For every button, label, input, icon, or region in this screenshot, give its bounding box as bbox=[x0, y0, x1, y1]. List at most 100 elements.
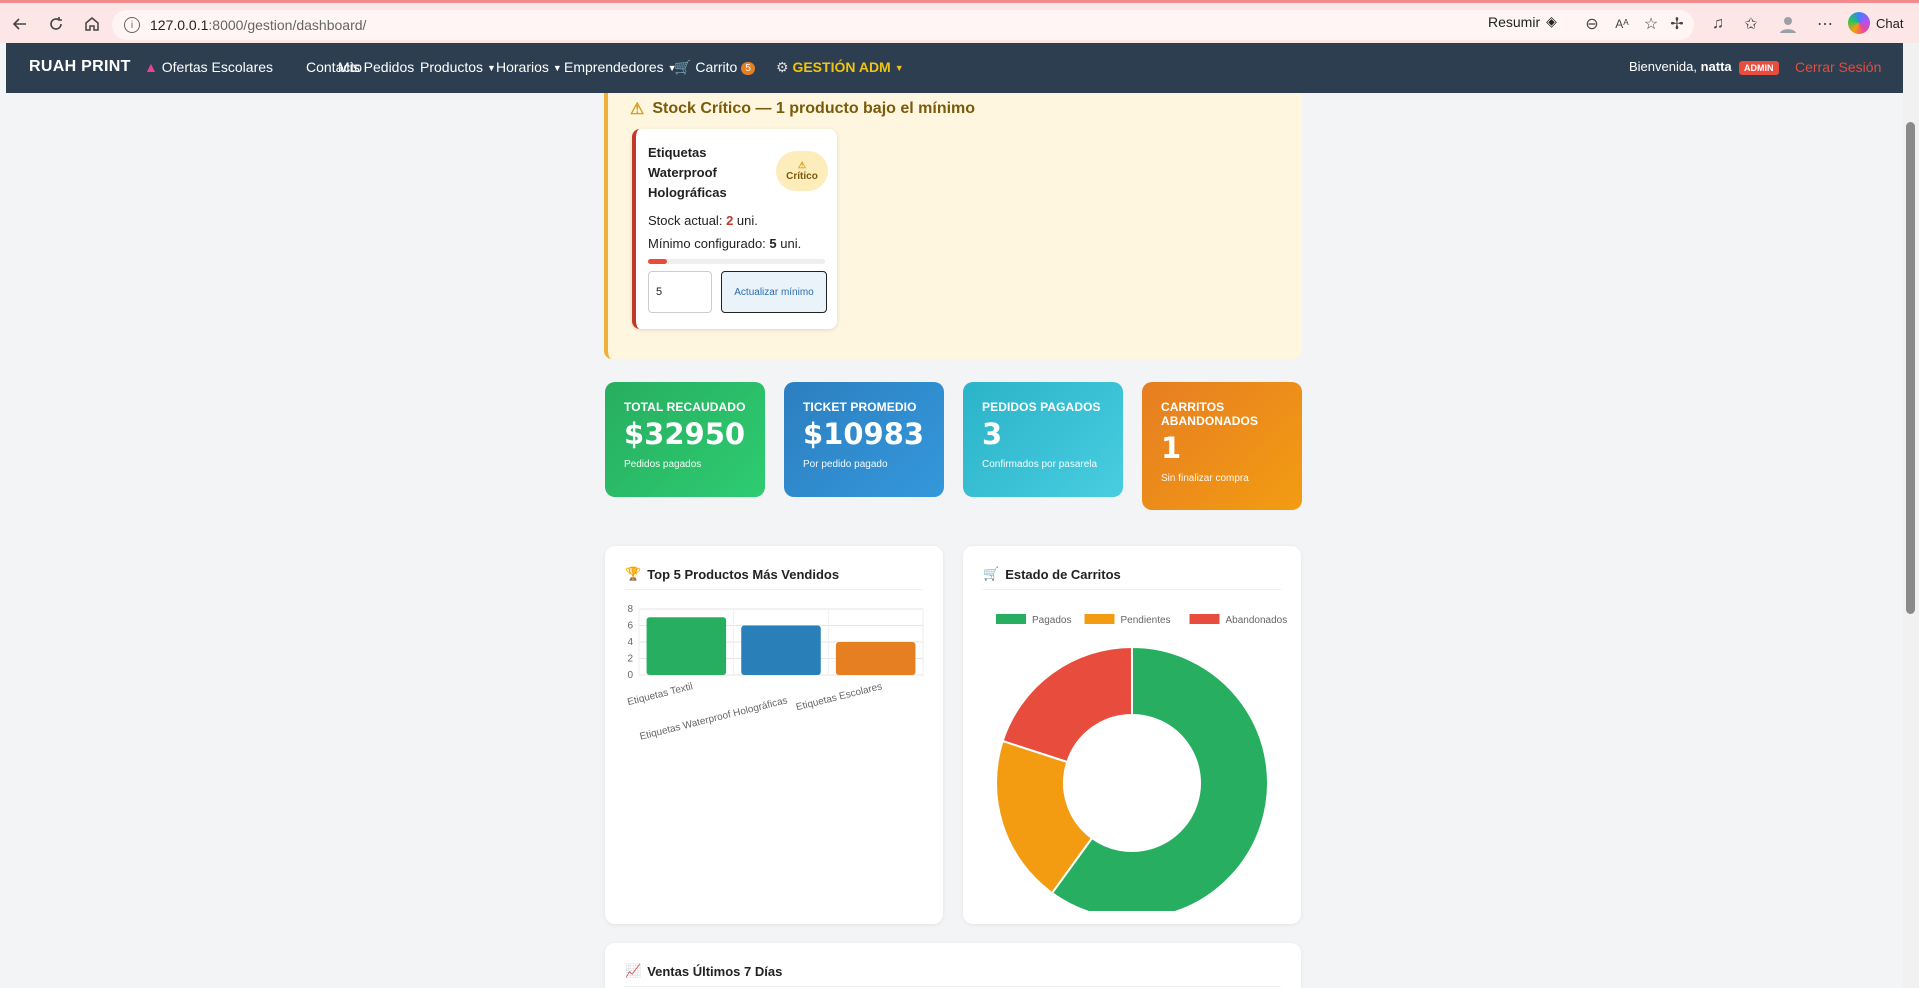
kpi-total-recaudado: TOTAL RECAUDADO $32950 Pedidos pagados bbox=[605, 382, 765, 497]
legend-label: Abandonados bbox=[1226, 615, 1288, 626]
logout-link[interactable]: Cerrar Sesión bbox=[1795, 59, 1881, 75]
y-tick-label: 8 bbox=[627, 604, 633, 615]
legend-label: Pendientes bbox=[1121, 615, 1171, 626]
home-icon[interactable] bbox=[74, 6, 110, 42]
legend-swatch bbox=[996, 614, 1026, 624]
summarize-icon: ◈ bbox=[1546, 13, 1557, 29]
sales-7-days-panel: 📈 Ventas Últimos 7 Días bbox=[605, 943, 1301, 988]
stock-value: 2 bbox=[726, 213, 734, 228]
minimum-stock: Mínimo configurado: 5 uni. bbox=[648, 236, 801, 251]
sales-title: Ventas Últimos 7 Días bbox=[647, 963, 783, 979]
resumir-button[interactable]: Resumir ◈ bbox=[1488, 13, 1557, 30]
reload-icon[interactable] bbox=[38, 6, 74, 42]
brand-logo[interactable]: RUAH PRINT bbox=[29, 58, 131, 76]
current-stock: Stock actual: 2 uni. bbox=[648, 213, 758, 228]
donut-slice bbox=[1001, 645, 1133, 764]
read-aloud-icon[interactable]: Aᴬ bbox=[1609, 11, 1635, 37]
welcome-prefix: Bienvenida, bbox=[1629, 59, 1697, 74]
x-tick-label: Etiquetas Escolares bbox=[795, 681, 883, 713]
legend-label: Pagados bbox=[1032, 615, 1071, 626]
kpi-subtitle: Por pedido pagado bbox=[803, 459, 888, 470]
nav-mis-pedidos[interactable]: Mis Pedidos bbox=[338, 59, 414, 75]
stock-product-card: Etiquetas Waterproof Holográficas ⚠ Crít… bbox=[632, 129, 837, 329]
critical-badge: ⚠ Crítico bbox=[776, 151, 828, 191]
warning-icon: ⚠ bbox=[797, 160, 807, 170]
address-bar[interactable]: i 127.0.0.1 :8000/gestion/dashboard/ bbox=[112, 10, 1694, 40]
kpi-value: $32950 bbox=[624, 417, 746, 451]
extensions-icon[interactable]: ✢ bbox=[1664, 11, 1690, 37]
kpi-title: CARRITOS ABANDONADOS bbox=[1161, 400, 1259, 428]
cart-icon: 🛒 bbox=[983, 566, 1000, 581]
role-badge: ADMIN bbox=[1739, 61, 1779, 75]
bar bbox=[835, 642, 916, 675]
divider bbox=[625, 986, 1281, 987]
nav-carrito-label: Carrito bbox=[695, 59, 738, 75]
more-options-icon[interactable]: ⋯ bbox=[1812, 11, 1838, 37]
top-products-header: 🏆 Top 5 Productos Más Vendidos bbox=[625, 566, 839, 582]
critical-badge-label: Crítico bbox=[786, 171, 818, 182]
cart-icon: 🛒 bbox=[674, 59, 692, 75]
kpi-value: 3 bbox=[982, 417, 1003, 451]
minimum-input[interactable] bbox=[648, 271, 712, 313]
favorite-star-icon[interactable]: ☆ bbox=[1638, 11, 1664, 37]
resumir-label: Resumir bbox=[1488, 13, 1541, 30]
top-products-bar-chart: 0 2 4 6 8 Etiquetas TextilEtiquetas Waterproo… bbox=[626, 604, 924, 743]
zoom-icon[interactable]: ⊖ bbox=[1579, 11, 1605, 37]
product-name: Etiquetas Waterproof Holográficas bbox=[648, 145, 727, 200]
nav-horarios-label: Horarios bbox=[496, 59, 549, 75]
stock-label: Stock actual: bbox=[648, 213, 723, 228]
y-tick-label: 0 bbox=[627, 670, 633, 681]
chevron-down-icon: ▼ bbox=[487, 63, 496, 74]
legend-swatch bbox=[1084, 614, 1115, 624]
scrollbar-thumb[interactable] bbox=[1906, 122, 1915, 614]
site-info-icon[interactable]: i bbox=[124, 17, 140, 33]
stock-unit: uni. bbox=[736, 213, 758, 228]
top-products-panel: 🏆 Top 5 Productos Más Vendidos 0 2 4 6 8 Etiq… bbox=[605, 546, 943, 924]
nav-ofertas[interactable]: ▲ Ofertas Escolares bbox=[144, 59, 273, 75]
kpi-subtitle: Confirmados por pasarela bbox=[982, 459, 1098, 470]
kpi-carritos-abandonados: CARRITOS ABANDONADOS 1 Sin finalizar com… bbox=[1142, 382, 1302, 510]
critical-stock-panel: ⚠ Stock Crítico — 1 producto bajo el mín… bbox=[604, 93, 1301, 359]
stock-progress-bar bbox=[648, 259, 825, 264]
nav-productos-label: Productos bbox=[420, 59, 484, 75]
warning-icon: ⚠ bbox=[630, 101, 645, 118]
nav-productos[interactable]: Productos ▼ bbox=[420, 59, 496, 75]
nav-emprendedores[interactable]: Emprendedores ▼ bbox=[564, 59, 677, 75]
min-label: Mínimo configurado: bbox=[648, 236, 766, 251]
nav-emprendedores-label: Emprendedores bbox=[564, 59, 664, 75]
nav-carrito[interactable]: 🛒 Carrito 5 bbox=[674, 59, 755, 76]
kpi-subtitle: Pedidos pagados bbox=[624, 459, 702, 470]
bar bbox=[741, 625, 821, 675]
site-navbar: RUAH PRINT ▲ Ofertas Escolares Contacto … bbox=[6, 43, 1903, 93]
browser-toolbar: i 127.0.0.1 :8000/gestion/dashboard/ Res… bbox=[0, 0, 1919, 43]
top-products-title: Top 5 Productos Más Vendidos bbox=[647, 566, 840, 582]
divider bbox=[983, 589, 1281, 590]
y-tick-label: 4 bbox=[627, 637, 633, 648]
chart-trend-icon: 📈 bbox=[625, 963, 642, 978]
update-minimum-button[interactable]: Actualizar mínimo bbox=[721, 271, 827, 313]
copilot-logo-icon bbox=[1848, 12, 1870, 34]
cart-status-panel: 🛒 Estado de Carritos Pagados Pendientes Ab… bbox=[963, 546, 1301, 924]
media-icon[interactable]: ♫ bbox=[1705, 11, 1731, 37]
nav-ofertas-label: Ofertas Escolares bbox=[161, 59, 274, 75]
critical-stock-title: ⚠ Stock Crítico — 1 producto bajo el mín… bbox=[630, 99, 975, 119]
nav-horarios[interactable]: Horarios ▼ bbox=[496, 59, 562, 75]
kpi-ticket-promedio: TICKET PROMEDIO $10983 Por pedido pagado bbox=[784, 382, 944, 497]
chevron-down-icon: ▼ bbox=[894, 63, 904, 74]
min-value: 5 bbox=[769, 236, 777, 251]
x-tick-label: Etiquetas Waterproof Holográficas bbox=[639, 695, 789, 742]
copilot-chat-button[interactable]: Chat bbox=[1848, 12, 1903, 34]
favorites-icon[interactable]: ✩ bbox=[1738, 11, 1764, 37]
divider bbox=[625, 589, 923, 590]
cart-status-header: 🛒 Estado de Carritos bbox=[983, 566, 1121, 582]
back-icon[interactable] bbox=[2, 6, 38, 42]
x-tick-label: Etiquetas Textil bbox=[626, 681, 694, 708]
min-unit: uni. bbox=[780, 236, 802, 251]
url-host: 127.0.0.1 bbox=[150, 17, 209, 33]
profile-icon[interactable] bbox=[1775, 11, 1801, 37]
stock-progress-fill bbox=[648, 259, 668, 264]
chevron-down-icon: ▼ bbox=[552, 63, 562, 74]
school-bag-icon: ▲ bbox=[144, 59, 158, 75]
nav-gestion-adm[interactable]: ⚙ GESTIÓN ADM ▼ bbox=[776, 59, 904, 76]
chat-label: Chat bbox=[1876, 15, 1904, 31]
